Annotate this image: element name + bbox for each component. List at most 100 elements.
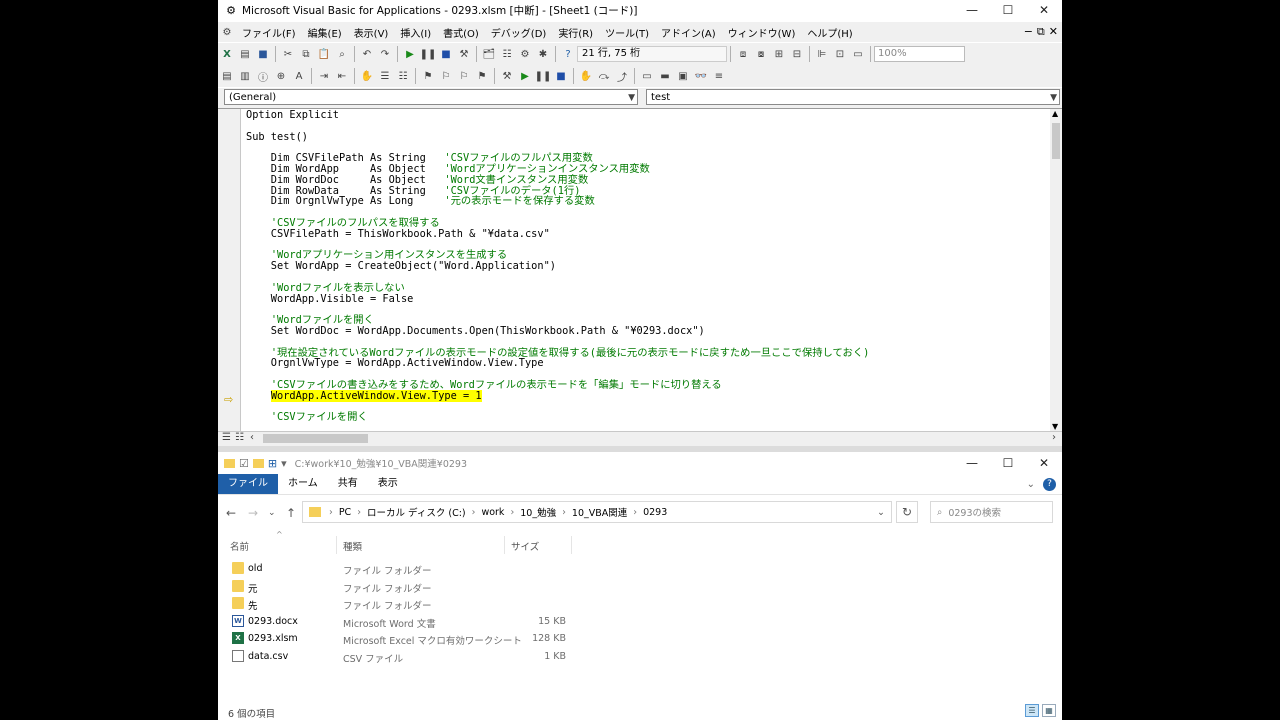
close-icon[interactable]: ✕	[1026, 453, 1062, 473]
next-bookmark-icon[interactable]: ⚐	[438, 68, 454, 84]
file-row[interactable]: old ファイル フォルダー	[218, 560, 1062, 578]
design-mode-icon[interactable]: ⚒	[499, 68, 515, 84]
ungroup-icon[interactable]: ⊟	[789, 46, 805, 62]
code-line[interactable]	[246, 121, 1046, 132]
undo-icon[interactable]: ↶	[359, 46, 375, 62]
file-row[interactable]: W 0293.docx Microsoft Word 文書 15 KB	[218, 613, 1062, 631]
back-icon[interactable]: ←	[226, 506, 236, 520]
step-over-icon[interactable]: ⤼	[596, 68, 612, 84]
minimize-icon[interactable]: —	[954, 0, 990, 20]
scroll-right-icon[interactable]: ›	[1052, 432, 1056, 443]
list-properties-icon[interactable]: ▤	[219, 68, 235, 84]
design-mode-icon[interactable]: ⚒	[456, 46, 472, 62]
breadcrumb-vba[interactable]: 10_VBA関連	[568, 505, 631, 519]
scroll-down-icon[interactable]: ▼	[1052, 422, 1058, 431]
column-divider[interactable]	[571, 536, 572, 554]
help-icon[interactable]: ?	[560, 46, 576, 62]
code-line[interactable]: Set WordDoc = WordApp.Documents.Open(Thi…	[246, 326, 1046, 337]
search-input[interactable]: ⌕ 0293の検索	[930, 501, 1053, 523]
toolbox-icon[interactable]: ✱	[535, 46, 551, 62]
immediate-window-icon[interactable]: ▬	[657, 68, 673, 84]
quick-watch-icon[interactable]: 👓	[693, 68, 709, 84]
call-stack-icon[interactable]: ≡	[711, 68, 727, 84]
quick-access-icon[interactable]: ⊞	[268, 457, 277, 470]
insert-module-icon[interactable]: ▤	[237, 46, 253, 62]
step-into-icon[interactable]: ✋	[578, 68, 594, 84]
same-size-icon[interactable]: ▭	[850, 46, 866, 62]
outdent-icon[interactable]: ⇤	[334, 68, 350, 84]
complete-word-icon[interactable]: A	[291, 68, 307, 84]
send-back-icon[interactable]: ⧇	[753, 46, 769, 62]
chevron-down-icon[interactable]: ⌄	[877, 507, 885, 518]
column-name[interactable]: 名前	[230, 539, 249, 553]
up-icon[interactable]: ↑	[286, 506, 296, 520]
menu-help[interactable]: ヘルプ(H)	[801, 25, 858, 40]
minimize-icon[interactable]: —	[954, 453, 990, 473]
prev-bookmark-icon[interactable]: ⚐	[456, 68, 472, 84]
code-line[interactable]: 'CSVファイルを開く	[246, 412, 1046, 423]
bring-front-icon[interactable]: ⧈	[735, 46, 751, 62]
column-divider[interactable]	[504, 536, 505, 554]
tab-home[interactable]: ホーム	[278, 474, 328, 494]
refresh-icon[interactable]: ↻	[896, 501, 918, 523]
menu-debug[interactable]: デバッグ(D)	[485, 25, 553, 40]
properties-icon[interactable]: ☷	[499, 46, 515, 62]
code-line[interactable]: WordApp.Visible = False	[246, 293, 1046, 305]
file-row[interactable]: 先 ファイル フォルダー	[218, 595, 1062, 613]
column-divider[interactable]	[336, 536, 337, 554]
chevron-down-icon[interactable]: ▾	[281, 457, 287, 470]
code-editor[interactable]: ⇨ Option Explicit Sub test() Dim CSVFileP…	[218, 109, 1062, 431]
procedure-combo[interactable]: test ▼	[646, 89, 1060, 105]
forward-icon[interactable]: →	[248, 506, 258, 520]
breadcrumb-0293[interactable]: 0293	[639, 507, 671, 518]
breadcrumb[interactable]: › PC › ローカル ディスク (C:) › work › 10_勉強 › 1…	[302, 501, 892, 523]
object-combo[interactable]: (General) ▼	[224, 89, 638, 105]
file-row[interactable]: X 0293.xlsm Microsoft Excel マクロ有効ワークシート 128…	[218, 630, 1062, 648]
code-horizontal-scrollbar[interactable]: ☰ ☷ ‹ ›	[218, 431, 1062, 446]
list-constants-icon[interactable]: ▥	[237, 68, 253, 84]
code-line[interactable]: Dim OrgnlVwType As Long '元の表示モードを保存する変数	[246, 196, 1046, 207]
file-row[interactable]: 元 ファイル フォルダー	[218, 578, 1062, 596]
toggle-breakpoint-icon[interactable]: ✋	[359, 68, 375, 84]
recent-locations-icon[interactable]: ⌄	[268, 508, 276, 518]
code-line[interactable]: OrgnlVwType = WordApp.ActiveWindow.View.…	[246, 358, 1046, 369]
column-type[interactable]: 種類	[343, 539, 362, 553]
align-icon[interactable]: ⊫	[814, 46, 830, 62]
reset-icon[interactable]: ■	[553, 68, 569, 84]
details-view-icon[interactable]: ☰	[1025, 704, 1039, 717]
breadcrumb-work[interactable]: work	[477, 507, 508, 518]
code-line[interactable]: CSVFilePath = ThisWorkbook.Path & "¥data…	[246, 228, 1046, 240]
code-line[interactable]: WordApp.ActiveWindow.View.Type = 1	[246, 389, 1046, 402]
copy-icon[interactable]: ⧉	[298, 46, 314, 62]
break-icon[interactable]: ❚❚	[535, 68, 552, 84]
help-icon[interactable]: ?	[1043, 477, 1056, 491]
properties-icon[interactable]: ☑	[239, 457, 249, 470]
find-icon[interactable]: ⌕	[334, 46, 350, 62]
maximize-icon[interactable]: ☐	[990, 0, 1026, 20]
menu-format[interactable]: 書式(O)	[437, 25, 485, 40]
menu-insert[interactable]: 挿入(I)	[394, 25, 437, 40]
code-margin[interactable]: ⇨	[218, 109, 241, 431]
scrollbar-thumb[interactable]	[263, 434, 368, 443]
zoom-select[interactable]: 100%	[874, 46, 965, 62]
save-icon[interactable]: ■	[255, 46, 271, 62]
large-icons-view-icon[interactable]: ▦	[1042, 704, 1056, 717]
menu-edit[interactable]: 編集(E)	[302, 25, 348, 40]
close-icon[interactable]: ✕	[1026, 0, 1062, 20]
procedure-view-icon[interactable]: ☰	[222, 432, 231, 443]
code-line[interactable]: Set WordApp = CreateObject("Word.Applica…	[246, 261, 1046, 272]
group-icon[interactable]: ⊞	[771, 46, 787, 62]
watch-window-icon[interactable]: ▣	[675, 68, 691, 84]
center-icon[interactable]: ⊡	[832, 46, 848, 62]
indent-icon[interactable]: ⇥	[316, 68, 332, 84]
cut-icon[interactable]: ✂	[280, 46, 296, 62]
menu-addins[interactable]: アドイン(A)	[655, 25, 722, 40]
object-browser-icon[interactable]: ⚙	[517, 46, 533, 62]
uncomment-block-icon[interactable]: ☷	[395, 68, 411, 84]
full-module-view-icon[interactable]: ☷	[235, 432, 244, 443]
redo-icon[interactable]: ↷	[377, 46, 393, 62]
locals-window-icon[interactable]: ▭	[639, 68, 655, 84]
tab-view[interactable]: 表示	[368, 474, 408, 494]
column-size[interactable]: サイズ	[511, 539, 539, 553]
parameter-info-icon[interactable]: ⊕	[273, 68, 289, 84]
